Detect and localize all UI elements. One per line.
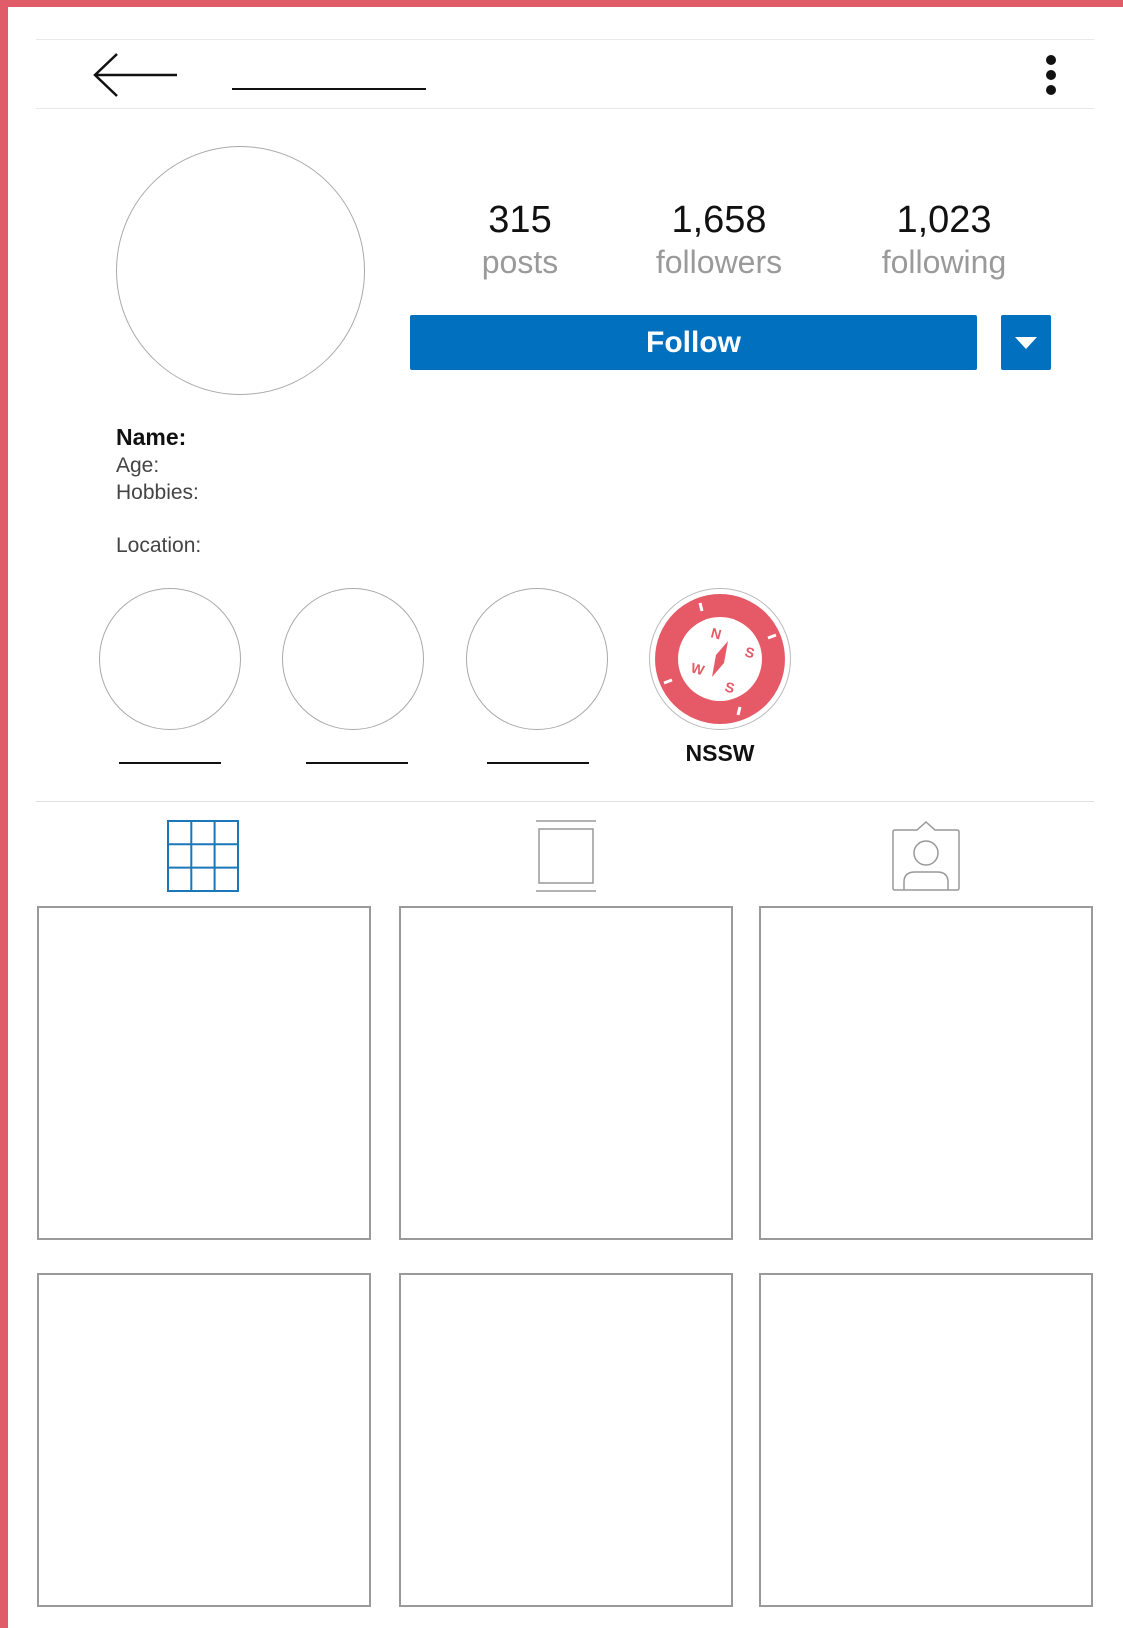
highlight-1-label-placeholder (119, 762, 221, 764)
top-bar (36, 39, 1094, 109)
bio-location: Location: (116, 534, 202, 557)
stat-posts[interactable]: 315 posts (435, 196, 605, 280)
highlight-2[interactable] (282, 588, 424, 730)
profile-bio: Name: Age: Hobbies: Location: (116, 422, 201, 559)
kebab-menu-icon[interactable] (1044, 54, 1058, 96)
highlight-1[interactable] (99, 588, 241, 730)
highlight-4-label: NSSW (685, 740, 755, 766)
highlight-3[interactable] (466, 588, 608, 730)
stat-followers[interactable]: 1,658 followers (634, 196, 804, 280)
highlight-4[interactable]: N S W S (649, 588, 791, 730)
post-tile-4[interactable] (37, 1273, 371, 1607)
post-tile-5[interactable] (399, 1273, 733, 1607)
stat-followers-value: 1,658 (671, 199, 767, 241)
caret-down-icon (1015, 336, 1037, 349)
post-tile-2[interactable] (399, 906, 733, 1240)
profile-avatar[interactable] (116, 146, 365, 395)
stat-posts-label: posts (481, 244, 559, 280)
highlight-3-label-placeholder (487, 762, 589, 764)
stat-following-label: following (881, 244, 1007, 280)
bio-hobbies: Hobbies: (116, 481, 199, 504)
bio-name: Name: (116, 424, 187, 450)
highlight-2-label-placeholder (306, 762, 408, 764)
single-post-icon[interactable] (535, 820, 597, 892)
post-tile-3[interactable] (759, 906, 1093, 1240)
stat-following[interactable]: 1,023 following (859, 196, 1029, 280)
follow-button[interactable]: Follow (410, 315, 977, 370)
stat-posts-value: 315 (488, 199, 552, 241)
suggestions-dropdown-button[interactable] (1001, 315, 1051, 370)
arrow-left-icon[interactable] (91, 50, 181, 100)
stat-following-value: 1,023 (896, 199, 992, 241)
compass-icon: N S W S (655, 594, 785, 724)
tagged-person-icon[interactable] (891, 820, 961, 892)
post-tile-6[interactable] (759, 1273, 1093, 1607)
post-tile-1[interactable] (37, 906, 371, 1240)
bio-age: Age: (116, 454, 160, 477)
stat-followers-label: followers (655, 244, 783, 280)
grid-icon[interactable] (167, 820, 239, 892)
username-placeholder-line (232, 88, 426, 90)
tabs-divider (36, 801, 1094, 802)
